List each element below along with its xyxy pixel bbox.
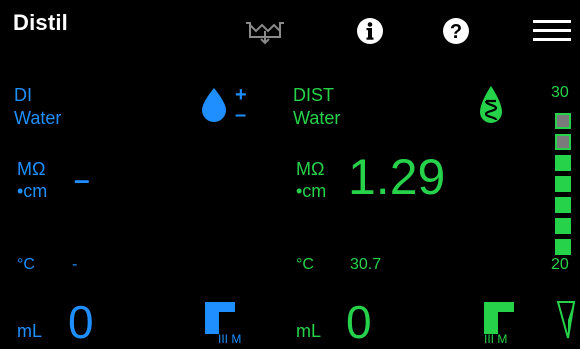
dist-volume-unit: mL [296, 321, 322, 341]
dist-temp-unit: °C [296, 256, 314, 273]
flow-indicator-icon [556, 300, 576, 345]
dist-resistivity-value: 1.29 [348, 149, 446, 205]
distil-screen: Distil ? DI Water + – MΩ •cm – °C - mL 0… [0, 0, 580, 349]
dist-resistivity-unit-line2: •cm [296, 181, 327, 201]
gauge-segment [555, 218, 571, 234]
dist-water-label-line1: DIST [293, 85, 335, 105]
info-icon[interactable] [356, 17, 384, 50]
gauge-segment [555, 239, 571, 255]
di-resistivity-unit-line1: MΩ [17, 159, 46, 179]
di-resistivity-value: – [74, 164, 90, 195]
hamburger-menu-icon[interactable] [533, 20, 571, 47]
gauge-segment [555, 176, 571, 192]
dist-water-label-line2: Water [293, 108, 341, 128]
svg-text:?: ? [450, 21, 462, 43]
di-level-label: III M [218, 332, 242, 346]
dist-resistivity-unit-line1: MΩ [296, 159, 325, 179]
dist-volume-value: 0 [346, 296, 372, 348]
dist-temp-value: 30.7 [350, 256, 382, 273]
gauge-max-label: 30 [551, 84, 569, 101]
top-bar: Distil ? [0, 0, 580, 56]
help-icon[interactable]: ? [442, 17, 470, 50]
di-volume-unit: mL [17, 321, 43, 341]
gauge-segment [555, 134, 571, 150]
gauge-segment [555, 155, 571, 171]
di-water-label-line2: Water [14, 108, 62, 128]
dist-level-label: III M [484, 332, 508, 346]
di-volume-value: 0 [68, 296, 94, 348]
tank-icon[interactable] [244, 19, 286, 50]
di-water-label-line1: DI [14, 85, 32, 105]
gauge-segment [555, 113, 571, 129]
di-temp-unit: °C [17, 256, 35, 273]
app-title: Distil [13, 10, 68, 35]
gauge-segment [555, 197, 571, 213]
di-temp-value: - [72, 256, 78, 273]
di-drop-minus[interactable]: – [235, 104, 246, 127]
gauge-min-label: 20 [551, 256, 569, 273]
di-resistivity-unit-line2: •cm [17, 181, 48, 201]
distilled-water-drop-icon[interactable] [478, 84, 504, 131]
